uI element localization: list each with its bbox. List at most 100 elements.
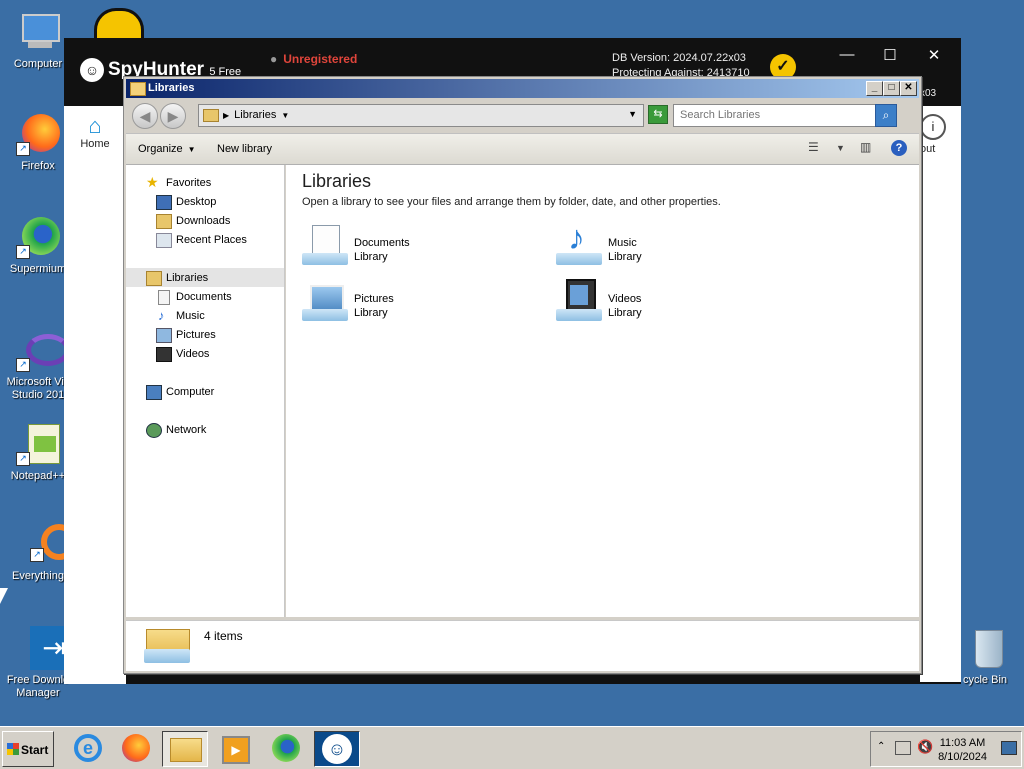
chevron-down-icon: ▼ [187,145,196,154]
minimize-button[interactable]: _ [866,81,883,96]
pictures-library-icon [302,279,348,325]
shortcut-arrow-icon: ↗ [16,142,30,156]
forward-arrow-icon: ▶ [167,108,179,124]
system-tray: ⌃ 🔇 11:03 AM 8/10/2024 [870,731,1022,767]
breadcrumb[interactable]: ▶ Libraries ▼ [223,109,289,121]
music-note-icon: ♪ [158,308,165,323]
nav-documents[interactable]: Documents [126,287,284,306]
view-options-icon: ☰ [808,140,819,154]
taskbar: Start e ▶ ☺ ⌃ 🔇 11:03 AM 8/10/2024 [0,726,1024,769]
nav-network[interactable]: Network [126,420,284,439]
spyhunter-minimize-button[interactable]: — [832,46,862,63]
media-player-icon: ▶ [222,736,250,764]
document-icon [158,290,170,305]
recycle-bin-icon [963,626,1007,670]
nav-music[interactable]: ♪ Music [126,306,284,325]
start-button[interactable]: Start [2,731,54,767]
search-icon[interactable]: ⌕ [875,104,897,127]
taskbar-media-player[interactable]: ▶ [212,731,256,765]
desktop-icon [156,195,172,210]
recent-places-icon [156,233,172,248]
view-dropdown-button[interactable]: ▼ [836,143,845,153]
spyhunter-about-nav[interactable]: i out [920,114,960,174]
videos-library-icon [556,279,602,325]
explorer-window[interactable]: Libraries _ □ ✕ ◀ ▶ ▶Libraries▼ ▼ ⇆ ⌕ Or… [123,76,922,674]
nav-libraries[interactable]: Libraries [126,268,284,287]
navigation-pane: ★ Favorites Desktop Downloads Recent Pla… [126,165,285,617]
taskbar-spyhunter[interactable]: ☺ [314,731,360,767]
libraries-folder-icon [130,82,146,96]
nav-videos[interactable]: Videos [126,344,284,363]
spyhunter-home-nav[interactable]: ⌂ Home [72,113,118,151]
star-icon: ★ [146,174,159,190]
library-pictures[interactable]: Pictures Library [302,279,502,329]
shortcut-arrow-icon: ↗ [16,245,30,259]
organize-button[interactable]: Organize ▼ [138,143,196,155]
page-description: Open a library to see your files and arr… [302,196,721,208]
spyhunter-logo-mark-icon: ☺ [80,58,104,82]
db-version-tail: x03 [920,88,937,99]
library-videos[interactable]: Videos Library [556,279,756,329]
shortcut-arrow-icon: ↗ [30,548,44,562]
status-bar: 4 items [126,620,919,671]
taskbar-explorer[interactable] [162,731,208,767]
spyhunter-sidebar [64,106,126,684]
address-bar[interactable]: ▶ Libraries ▼ ▼ [198,104,644,127]
refresh-button[interactable]: ⇆ [648,105,668,124]
help-button[interactable]: ? [891,140,907,156]
page-title: Libraries [302,171,372,191]
shortcut-arrow-icon: ↗ [16,452,30,466]
nav-recent-places[interactable]: Recent Places [126,230,284,249]
film-icon [156,347,172,362]
libraries-status-icon [144,625,190,665]
change-view-button[interactable]: ☰ [808,140,819,154]
maximize-button[interactable]: □ [883,81,900,96]
preview-pane-button[interactable]: ▥ [860,140,871,154]
back-button[interactable]: ◀ [132,103,158,129]
spyhunter-maximize-button[interactable]: ☐ [875,46,905,64]
back-arrow-icon: ◀ [139,108,151,124]
library-music[interactable]: ♪ Music Library [556,219,756,273]
forward-button[interactable]: ▶ [160,103,186,129]
taskbar-supermium[interactable] [264,731,308,765]
download-manager-icon: ⇥ [16,626,78,670]
clock[interactable]: 11:03 AM 8/10/2024 [938,736,987,764]
search-box[interactable]: ⌕ [673,104,897,127]
shortcut-arrow-icon: ↗ [16,358,30,372]
preview-pane-icon: ▥ [860,140,872,154]
refresh-icon: ⇆ [653,108,663,120]
navigation-bar: ◀ ▶ ▶Libraries▼ ▼ ⇆ ⌕ [126,100,919,130]
network-tray-icon[interactable] [895,741,911,755]
internet-explorer-icon: e [74,734,102,762]
registration-status[interactable]: ● Unregistered [270,52,357,66]
new-library-button[interactable]: New library [217,143,272,155]
taskbar-internet-explorer[interactable]: e [66,731,110,765]
spyhunter-close-button[interactable]: ✕ [919,46,949,64]
home-icon: ⌂ [88,113,102,138]
nav-favorites[interactable]: ★ Favorites [126,173,284,192]
nav-downloads[interactable]: Downloads [126,211,284,230]
network-icon [146,423,162,438]
address-dropdown-icon[interactable]: ▼ [628,109,637,119]
firefox-icon: ↗ [16,112,60,156]
window-title: Libraries [148,82,195,94]
nav-desktop[interactable]: Desktop [126,192,284,211]
taskbar-firefox[interactable] [114,731,158,765]
computer-icon [16,10,60,54]
mouse-cursor-icon [0,588,8,604]
explorer-title-bar[interactable]: Libraries _ □ ✕ [126,79,919,98]
search-input[interactable] [678,108,882,122]
show-desktop-button[interactable] [1001,741,1017,755]
nav-computer[interactable]: Computer [126,382,284,401]
everything-icon: ↗ [16,522,77,566]
content-pane: Libraries Open a library to see your fil… [286,165,919,617]
libraries-folder-icon [203,109,219,122]
library-documents[interactable]: Documents Library [302,223,502,273]
volume-muted-icon[interactable]: 🔇 [917,739,933,755]
close-button[interactable]: ✕ [900,81,917,96]
nav-pictures[interactable]: Pictures [126,325,284,344]
supermium-icon: ↗ [16,215,60,259]
show-hidden-icons-button[interactable]: ⌃ [877,741,885,752]
item-count: 4 items [204,629,243,643]
aimp-icon[interactable] [94,8,144,41]
